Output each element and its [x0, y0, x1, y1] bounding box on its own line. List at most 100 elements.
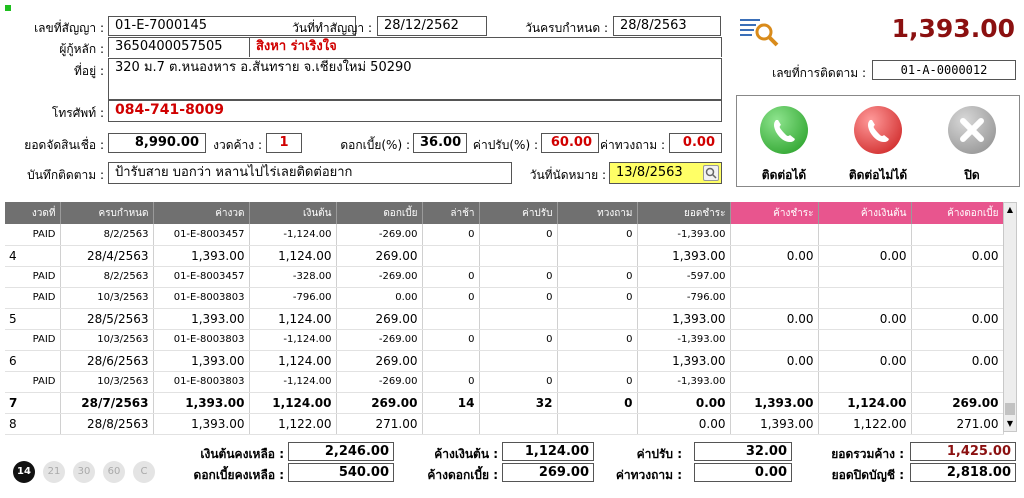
table-cell: 1,124.00 — [249, 308, 337, 330]
column-header[interactable]: ล่าช้า — [422, 202, 480, 224]
close-button[interactable]: ปิด — [925, 96, 1019, 186]
column-header[interactable]: ค้างดอกเบี้ย — [911, 202, 1004, 224]
penalty-rate-field[interactable]: 60.00 — [541, 133, 599, 153]
scroll-down-icon[interactable]: ▼ — [1004, 417, 1016, 431]
contract-date-field[interactable]: 28/12/2562 — [377, 16, 487, 36]
table-cell: 1,124.00 — [818, 392, 912, 414]
period-button-c[interactable]: C — [133, 461, 155, 483]
table-cell: 28/5/2563 — [60, 308, 154, 330]
period-button-21[interactable]: 21 — [43, 461, 65, 483]
table-cell: 1,393.00 — [153, 413, 250, 435]
table-cell: 0 — [422, 287, 480, 309]
table-row[interactable]: PAID 8/2/2563 01-E-8003457 -328.00 -269.00 0 0… — [5, 266, 1004, 288]
credit-field[interactable]: 8,990.00 — [108, 133, 206, 153]
table-cell: 28/4/2563 — [60, 245, 154, 267]
table-cell: -1,124.00 — [249, 224, 337, 246]
table-cell: 0.00 — [336, 287, 423, 309]
table-cell — [422, 245, 480, 267]
table-row[interactable]: PAID 8/2/2563 01-E-8003457 -1,124.00 -269.00… — [5, 224, 1004, 246]
address-label: ที่อยู่ : — [73, 64, 104, 78]
table-cell: 10/3/2563 — [60, 287, 154, 309]
borrower-label: ผู้กู้หลัก : — [59, 42, 104, 56]
table-row[interactable]: PAID 10/3/2563 01-E-8003803 -1,124.00 -269.0… — [5, 329, 1004, 351]
table-cell — [818, 287, 912, 309]
appoint-date-value: 13/8/2563 — [616, 165, 683, 180]
table-cell: 01-E-8003803 — [153, 329, 250, 351]
table-cell — [557, 413, 638, 435]
contact-fail-button[interactable]: ติดต่อไม่ได้ — [831, 96, 925, 186]
principal-due-label: ค้างเงินต้น : — [434, 447, 498, 461]
appoint-label: วันที่นัดหมาย : — [529, 168, 606, 182]
table-row[interactable]: 7 28/7/2563 1,393.00 1,124.00 269.00 14 32 0 0.0… — [5, 392, 1004, 414]
column-header[interactable]: ค่างวด — [153, 202, 250, 224]
table-cell: -269.00 — [336, 329, 423, 351]
table-cell — [422, 413, 480, 435]
principal-left-field: 2,246.00 — [288, 442, 394, 461]
column-header[interactable]: ดอกเบี้ย — [336, 202, 423, 224]
table-cell: 0 — [479, 287, 558, 309]
column-header[interactable]: ทวงถาม — [557, 202, 638, 224]
interest-field[interactable]: 36.00 — [413, 133, 467, 153]
table-cell: 01-E-8003457 — [153, 266, 250, 288]
search-report-icon[interactable] — [740, 17, 780, 47]
table-cell: -1,124.00 — [249, 371, 337, 393]
total-due-label: ยอดรวมค้าง : — [831, 447, 904, 461]
table-scrollbar[interactable]: ▲ ▼ — [1003, 202, 1017, 432]
column-header[interactable]: เงินต้น — [249, 202, 337, 224]
address-field[interactable]: 320 ม.7 ต.หนองหาร อ.สันทราย จ.เชียงใหม่ … — [108, 58, 722, 100]
table-cell: PAID — [5, 287, 61, 309]
table-cell: 0 — [422, 329, 480, 351]
column-header[interactable]: งวดที่ — [5, 202, 61, 224]
table-cell: 14 — [422, 392, 480, 414]
due-date-field[interactable]: 28/8/2563 — [613, 16, 721, 36]
scroll-thumb[interactable] — [1005, 403, 1015, 415]
collect-fee-field[interactable]: 0.00 — [669, 133, 722, 153]
scroll-up-icon[interactable]: ▲ — [1004, 203, 1016, 217]
contact-ok-button[interactable]: ติดต่อได้ — [737, 96, 831, 186]
table-cell — [557, 308, 638, 330]
table-cell: 0 — [557, 329, 638, 351]
table-row[interactable]: 8 28/8/2563 1,393.00 1,122.00 271.00 0.00 1,39… — [5, 413, 1004, 435]
note-label: บันทึกติดตาม : — [27, 168, 104, 182]
table-cell — [479, 308, 558, 330]
table-cell: 0.00 — [911, 308, 1004, 330]
table-row[interactable]: 5 28/5/2563 1,393.00 1,124.00 269.00 1,393.00… — [5, 308, 1004, 330]
contract-no-label: เลขที่สัญญา : — [34, 21, 104, 35]
table-cell: 1,393.00 — [153, 350, 250, 372]
tracking-field[interactable]: 01-A-0000012 — [872, 60, 1016, 80]
table-row[interactable]: PAID 10/3/2563 01-E-8003803 -796.00 0.00 0 0 0-… — [5, 287, 1004, 309]
table-cell: 271.00 — [336, 413, 423, 435]
period-button-30[interactable]: 30 — [73, 461, 95, 483]
table-cell: 269.00 — [336, 350, 423, 372]
table-cell: 0.00 — [818, 350, 912, 372]
table-cell — [818, 266, 912, 288]
column-header[interactable]: ค้างเงินต้น — [818, 202, 912, 224]
table-cell: PAID — [5, 329, 61, 351]
table-cell: -328.00 — [249, 266, 337, 288]
interest-due-label: ค้างดอกเบี้ย : — [427, 468, 498, 482]
date-search-icon[interactable] — [703, 165, 719, 181]
note-field[interactable]: ป้ารับสาย บอกว่า หลานไปไร่เลยติดต่อยาก — [108, 162, 512, 184]
table-cell: 1,393.00 — [153, 392, 250, 414]
column-header[interactable]: ครบกำหนด — [60, 202, 154, 224]
phone-field[interactable]: 084-741-8009 — [108, 100, 722, 122]
table-cell: 0.00 — [637, 392, 731, 414]
table-row[interactable]: PAID 10/3/2563 01-E-8003803 -1,124.00 -269.0… — [5, 371, 1004, 393]
interest-label: ดอกเบี้ย(%) : — [340, 138, 410, 152]
table-cell: 0.00 — [818, 308, 912, 330]
table-cell — [911, 224, 1004, 246]
table-row[interactable]: 4 28/4/2563 1,393.00 1,124.00 269.00 1,393.00… — [5, 245, 1004, 267]
table-row[interactable]: 6 28/6/2563 1,393.00 1,124.00 269.00 1,393.00… — [5, 350, 1004, 372]
status-indicator — [5, 5, 11, 11]
period-button-14[interactable]: 14 — [13, 461, 35, 483]
overdue-field[interactable]: 1 — [266, 133, 302, 153]
column-header[interactable]: ค้างชำระ — [730, 202, 819, 224]
column-header[interactable]: ค่าปรับ — [479, 202, 558, 224]
column-header[interactable]: ยอดชำระ — [637, 202, 731, 224]
table-cell: -597.00 — [637, 266, 731, 288]
appoint-date-field[interactable]: 13/8/2563 — [609, 162, 722, 184]
period-button-60[interactable]: 60 — [103, 461, 125, 483]
table-cell: 0 — [557, 371, 638, 393]
collect-field: 0.00 — [694, 463, 792, 482]
phone-red-icon — [854, 106, 902, 154]
